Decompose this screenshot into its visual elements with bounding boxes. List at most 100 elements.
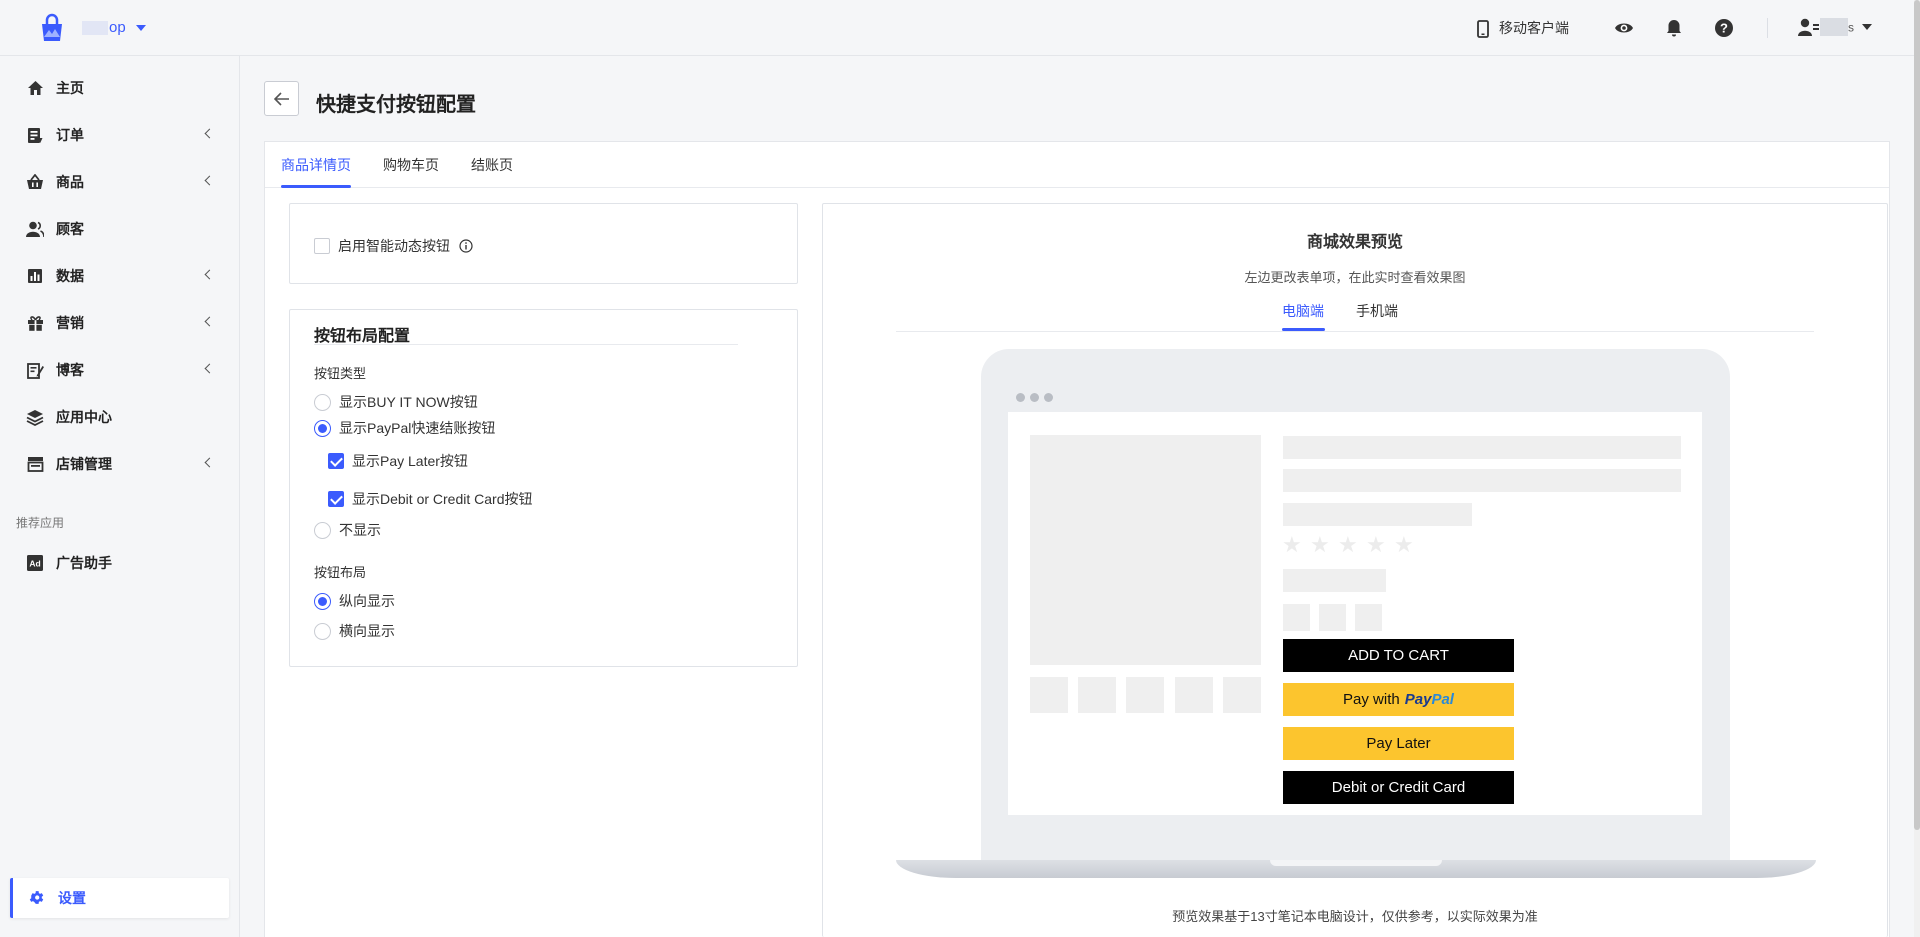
ad-icon: Ad bbox=[26, 554, 44, 572]
title-placeholder bbox=[1283, 436, 1681, 459]
sidebar-item-analytics[interactable]: 数据 bbox=[0, 256, 240, 296]
chevron-left-icon bbox=[204, 316, 215, 327]
info-icon[interactable] bbox=[459, 239, 473, 253]
tab-checkout[interactable]: 结账页 bbox=[471, 155, 513, 175]
checkbox-label: 显示Debit or Credit Card按钮 bbox=[352, 491, 533, 507]
sidebar-item-label: 应用中心 bbox=[56, 409, 112, 425]
radio-horizontal[interactable]: 横向显示 bbox=[314, 621, 395, 641]
sidebar-item-blog[interactable]: 博客 bbox=[0, 350, 240, 390]
preview-add-to-cart-button: ADD TO CART bbox=[1283, 639, 1514, 672]
smart-button-checkbox[interactable]: 启用智能动态按钮 bbox=[314, 236, 473, 256]
preview-tab-desktop[interactable]: 电脑端 bbox=[1282, 301, 1324, 321]
star-icon: ★ bbox=[1282, 532, 1302, 557]
sidebar-item-ad-assistant[interactable]: Ad 广告助手 bbox=[0, 543, 240, 583]
sidebar-item-settings[interactable]: 设置 bbox=[10, 878, 229, 918]
sidebar-item-label: 商品 bbox=[56, 174, 84, 190]
sidebar-item-home[interactable]: 主页 bbox=[0, 68, 240, 108]
sidebar-item-label: 营销 bbox=[56, 315, 84, 331]
preview-paypal-button: Pay with PayPal bbox=[1283, 683, 1514, 716]
customers-icon bbox=[26, 220, 44, 238]
scrollbar-thumb[interactable] bbox=[1914, 0, 1920, 830]
sidebar-item-label: 店铺管理 bbox=[56, 456, 112, 472]
chevron-left-icon bbox=[204, 363, 215, 374]
radio[interactable] bbox=[314, 622, 331, 640]
gift-icon bbox=[26, 314, 44, 332]
sidebar-item-marketing[interactable]: 营销 bbox=[0, 303, 240, 343]
chevron-left-icon bbox=[204, 269, 215, 280]
radio[interactable] bbox=[314, 592, 331, 610]
laptop-screen: ★ ★ ★ ★ ★ ADD TO CART Pay with PayPal Pa… bbox=[1008, 383, 1702, 815]
radio[interactable] bbox=[314, 419, 331, 437]
checkbox[interactable] bbox=[328, 453, 344, 469]
pay-with-label: Pay with bbox=[1343, 691, 1400, 708]
header-divider bbox=[1767, 18, 1768, 38]
star-icon: ★ bbox=[1394, 532, 1414, 557]
tab-cart[interactable]: 购物车页 bbox=[383, 155, 439, 175]
arrow-left-icon bbox=[273, 91, 289, 106]
eye-icon[interactable] bbox=[1614, 18, 1634, 38]
recommended-apps-heading: 推荐应用 bbox=[16, 516, 65, 530]
sidebar-item-label: 博客 bbox=[56, 362, 84, 378]
checkbox-debit-credit[interactable]: 显示Debit or Credit Card按钮 bbox=[328, 489, 533, 509]
sidebar-item-store-management[interactable]: 店铺管理 bbox=[0, 444, 240, 484]
thumbnail-placeholder bbox=[1126, 677, 1164, 713]
tab-product-detail[interactable]: 商品详情页 bbox=[281, 155, 351, 175]
checkbox[interactable] bbox=[328, 491, 344, 507]
preview-tab-mobile[interactable]: 手机端 bbox=[1356, 301, 1398, 321]
sidebar-item-label: 数据 bbox=[56, 268, 84, 284]
radio-label: 纵向显示 bbox=[339, 593, 395, 609]
checkbox[interactable] bbox=[314, 238, 330, 254]
variant-placeholder bbox=[1355, 604, 1382, 631]
button-type-label: 按钮类型 bbox=[314, 366, 367, 381]
mobile-client-link[interactable]: 移动客户端 bbox=[1477, 18, 1569, 39]
sidebar-item-app-center[interactable]: 应用中心 bbox=[0, 397, 240, 437]
price-placeholder bbox=[1283, 569, 1386, 592]
sidebar-item-customers[interactable]: 顾客 bbox=[0, 209, 240, 249]
back-button[interactable] bbox=[264, 81, 299, 116]
browser-dot bbox=[1044, 393, 1053, 402]
title-placeholder bbox=[1283, 469, 1681, 492]
product-image-placeholder bbox=[1030, 435, 1261, 665]
radio[interactable] bbox=[314, 393, 331, 411]
layout-config-box: 按钮布局配置 按钮类型 显示BUY IT NOW按钮 显示PayPal快速结账按… bbox=[289, 309, 798, 667]
page-scrollbar[interactable] bbox=[1914, 0, 1920, 937]
thumbnail-placeholder bbox=[1175, 677, 1213, 713]
browser-dot bbox=[1030, 393, 1039, 402]
layers-icon bbox=[26, 408, 44, 426]
sidebar-item-products[interactable]: 商品 bbox=[0, 162, 240, 202]
top-bar: op 移动客户端 ? s bbox=[0, 0, 1914, 56]
laptop-notch bbox=[1270, 860, 1442, 866]
chevron-down-icon bbox=[1862, 24, 1872, 31]
radio-none[interactable]: 不显示 bbox=[314, 520, 381, 540]
radio-buy-it-now[interactable]: 显示BUY IT NOW按钮 bbox=[314, 392, 478, 412]
chevron-down-icon bbox=[135, 25, 146, 32]
star-icon: ★ bbox=[1366, 532, 1386, 557]
mobile-phone-icon bbox=[1477, 20, 1489, 39]
radio-paypal-express[interactable]: 显示PayPal快速结账按钮 bbox=[314, 418, 495, 438]
page-title: 快捷支付按钮配置 bbox=[316, 94, 476, 116]
preview-pay-later-button: Pay Later bbox=[1283, 727, 1514, 760]
preview-subtitle: 左边更改表单项，在此实时查看效果图 bbox=[1244, 270, 1466, 285]
active-tab-indicator bbox=[281, 185, 351, 188]
shop-switcher[interactable]: op bbox=[82, 19, 146, 36]
user-icon bbox=[1798, 19, 1819, 37]
radio[interactable] bbox=[314, 521, 331, 539]
shop-logo-icon[interactable] bbox=[38, 13, 66, 43]
sidebar-item-orders[interactable]: 订单 bbox=[0, 115, 240, 155]
bell-icon[interactable] bbox=[1664, 18, 1684, 38]
chevron-left-icon bbox=[204, 457, 215, 468]
checkbox-pay-later[interactable]: 显示Pay Later按钮 bbox=[328, 451, 468, 471]
blog-icon bbox=[26, 361, 44, 379]
radio-vertical[interactable]: 纵向显示 bbox=[314, 591, 395, 611]
help-icon[interactable]: ? bbox=[1714, 18, 1734, 38]
store-icon bbox=[26, 455, 44, 473]
sidebar: 主页 订单 商品 顾客 数据 营销 博客 应用中心 店铺管理 推荐应用 Ad 广告… bbox=[0, 56, 240, 937]
radio-label: 显示BUY IT NOW按钮 bbox=[339, 394, 478, 410]
gear-icon bbox=[28, 889, 46, 907]
mobile-client-label: 移动客户端 bbox=[1499, 20, 1569, 36]
sidebar-item-label: 顾客 bbox=[56, 221, 84, 237]
preview-footnote: 预览效果基于13寸笔记本电脑设计，仅供参考，以实际效果为准 bbox=[1172, 909, 1538, 924]
home-icon bbox=[26, 79, 44, 97]
paypal-logo-part: Pay bbox=[1404, 691, 1432, 708]
user-menu[interactable]: s bbox=[1798, 18, 1872, 37]
